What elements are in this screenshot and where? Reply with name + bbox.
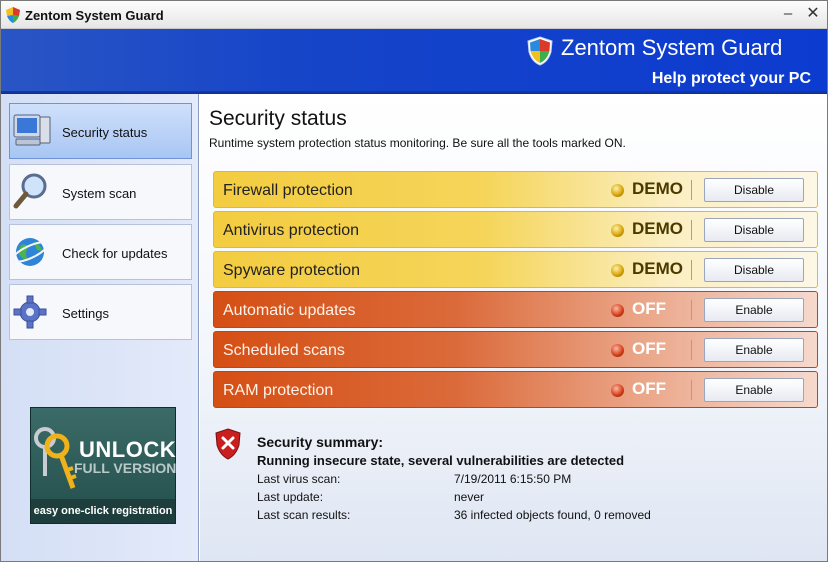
header-banner: Zentom System Guard Help protect your PC <box>1 29 827 94</box>
sidebar-item-label: Security status <box>62 125 148 140</box>
page-description: Runtime system protection status monitor… <box>209 136 626 150</box>
sidebar: Security status System scan Check for up… <box>1 94 199 561</box>
status-value: OFF <box>632 379 666 398</box>
divider <box>691 340 692 360</box>
toggle-button[interactable]: Enable <box>704 338 804 362</box>
toggle-button[interactable]: Enable <box>704 378 804 402</box>
shield-icon <box>527 36 553 66</box>
magnifier-icon <box>13 173 47 209</box>
sidebar-item-settings[interactable]: Settings <box>9 284 192 340</box>
protection-row-scheduled-scans: Scheduled scans OFF Enable <box>213 331 818 368</box>
unlock-full-version-button[interactable]: UNLOCK FULL VERSION easy one-click regis… <box>30 407 176 524</box>
divider <box>691 260 692 280</box>
keys-icon <box>34 427 77 489</box>
sidebar-item-label: Check for updates <box>62 246 168 261</box>
sidebar-item-check-updates[interactable]: Check for updates <box>9 224 192 280</box>
status-indicator-icon <box>611 344 624 357</box>
status-indicator-icon <box>611 264 624 277</box>
last-virus-scan-value: 7/19/2011 6:15:50 PM <box>454 472 572 486</box>
protection-row-antivirus: Antivirus protection DEMO Disable <box>213 211 818 248</box>
brand-name: Zentom System Guard <box>561 35 783 60</box>
sidebar-item-system-scan[interactable]: System scan <box>9 164 192 220</box>
protection-label: Automatic updates <box>223 302 356 319</box>
main-panel: Security status Runtime system protectio… <box>200 94 827 561</box>
last-virus-scan-label: Last virus scan: <box>257 472 341 486</box>
status-value: DEMO <box>632 179 683 198</box>
sidebar-item-label: Settings <box>62 306 109 321</box>
status-value: OFF <box>632 339 666 358</box>
toggle-button[interactable]: Disable <box>704 178 804 202</box>
toggle-button[interactable]: Disable <box>704 258 804 282</box>
sidebar-item-security-status[interactable]: Security status <box>9 103 192 159</box>
protection-row-spyware: Spyware protection DEMO Disable <box>213 251 818 288</box>
gear-icon <box>13 295 47 329</box>
protection-label: Firewall protection <box>223 182 353 199</box>
summary-title: Security summary: <box>257 434 384 450</box>
last-update-value: never <box>454 490 485 504</box>
protection-label: Scheduled scans <box>223 342 345 359</box>
protection-row-firewall: Firewall protection DEMO Disable <box>213 171 818 208</box>
protection-label: Spyware protection <box>223 262 360 279</box>
status-indicator-icon <box>611 384 624 397</box>
status-indicator-icon <box>611 184 624 197</box>
status-value: OFF <box>632 299 666 318</box>
protection-label: RAM protection <box>223 382 334 399</box>
divider <box>691 180 692 200</box>
toggle-button[interactable]: Enable <box>704 298 804 322</box>
status-indicator-icon <box>611 304 624 317</box>
brand-tagline: Help protect your PC <box>651 70 811 87</box>
protection-row-ram-protection: RAM protection OFF Enable <box>213 371 818 408</box>
last-update-label: Last update: <box>257 490 324 504</box>
last-scan-results-value: 36 infected objects found, 0 removed <box>454 508 651 522</box>
window-title: Zentom System Guard <box>25 8 164 23</box>
sidebar-item-label: System scan <box>62 186 137 201</box>
protection-label: Antivirus protection <box>223 222 360 239</box>
minimize-button[interactable]: – <box>777 4 799 24</box>
app-window: Zentom System Guard – ✕ Zentom System Gu… <box>0 0 828 562</box>
status-value: DEMO <box>632 259 683 278</box>
protection-row-automatic-updates: Automatic updates OFF Enable <box>213 291 818 328</box>
toggle-button[interactable]: Disable <box>704 218 804 242</box>
computer-icon <box>13 114 51 146</box>
title-bar[interactable]: Zentom System Guard – ✕ <box>1 1 827 29</box>
globe-icon <box>11 238 49 266</box>
shield-icon <box>6 7 20 23</box>
status-value: DEMO <box>632 219 683 238</box>
warning-shield-icon <box>215 428 241 460</box>
divider <box>691 220 692 240</box>
divider <box>691 300 692 320</box>
divider <box>691 380 692 400</box>
unlock-subtitle: FULL VERSION <box>74 460 177 476</box>
page-title: Security status <box>209 107 347 130</box>
last-scan-results-label: Last scan results: <box>257 508 351 522</box>
status-indicator-icon <box>611 224 624 237</box>
unlock-footer: easy one-click registration <box>31 499 175 523</box>
close-button[interactable]: ✕ <box>802 4 824 24</box>
summary-warning: Running insecure state, several vulnerab… <box>257 453 625 468</box>
